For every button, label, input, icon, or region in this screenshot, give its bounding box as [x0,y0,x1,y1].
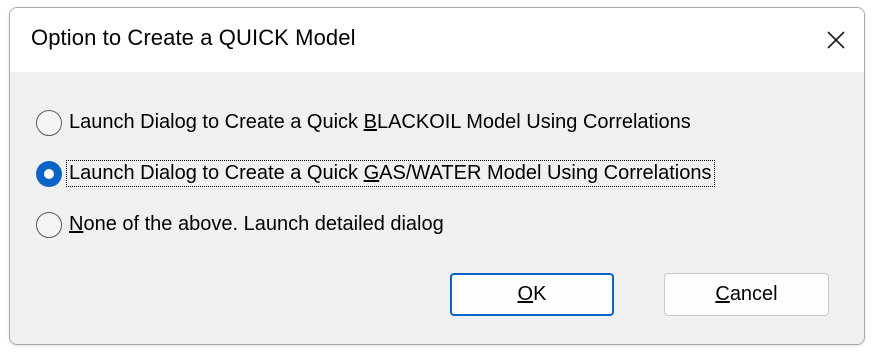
cancel-mnemonic: C [715,283,730,305]
radio-button-blackoil[interactable] [36,109,62,136]
label-text: Launch Dialog to Create a Quick [69,162,364,184]
label-mnemonic: G [363,162,380,184]
radio-option-gas-water[interactable]: Launch Dialog to Create a Quick GAS/WATE… [36,160,715,187]
close-icon [827,31,845,49]
radio-option-none[interactable]: None of the above. Launch detailed dialo… [36,211,447,238]
option-label-blackoil: Launch Dialog to Create a Quick BLACKOIL… [66,109,694,136]
radio-option-blackoil[interactable]: Launch Dialog to Create a Quick BLACKOIL… [36,109,694,136]
ok-mnemonic: O [517,283,534,305]
label-text: one of the above. Launch detailed dialog [83,213,444,235]
label-text: Launch Dialog to Create a Quick [69,111,364,133]
close-button[interactable] [808,8,864,72]
ok-button[interactable]: OK [450,273,614,316]
title-bar: Option to Create a QUICK Model [10,8,864,72]
dialog-title: Option to Create a QUICK Model [31,25,356,50]
quick-model-dialog: Option to Create a QUICK Model Launch Di… [9,7,865,345]
cancel-label: ancel [729,283,778,305]
ok-label: K [533,283,547,305]
label-text: AS/WATER Model Using Correlations [379,162,712,184]
label-mnemonic: N [69,213,84,235]
label-text: LACKOIL Model Using Correlations [376,111,691,133]
option-label-gas-water: Launch Dialog to Create a Quick GAS/WATE… [66,160,715,187]
radio-button-gas-water[interactable] [36,160,62,187]
option-label-none: None of the above. Launch detailed dialo… [66,211,447,238]
radio-button-none[interactable] [36,211,62,238]
cancel-button[interactable]: Cancel [664,273,829,316]
label-mnemonic: B [363,111,377,133]
